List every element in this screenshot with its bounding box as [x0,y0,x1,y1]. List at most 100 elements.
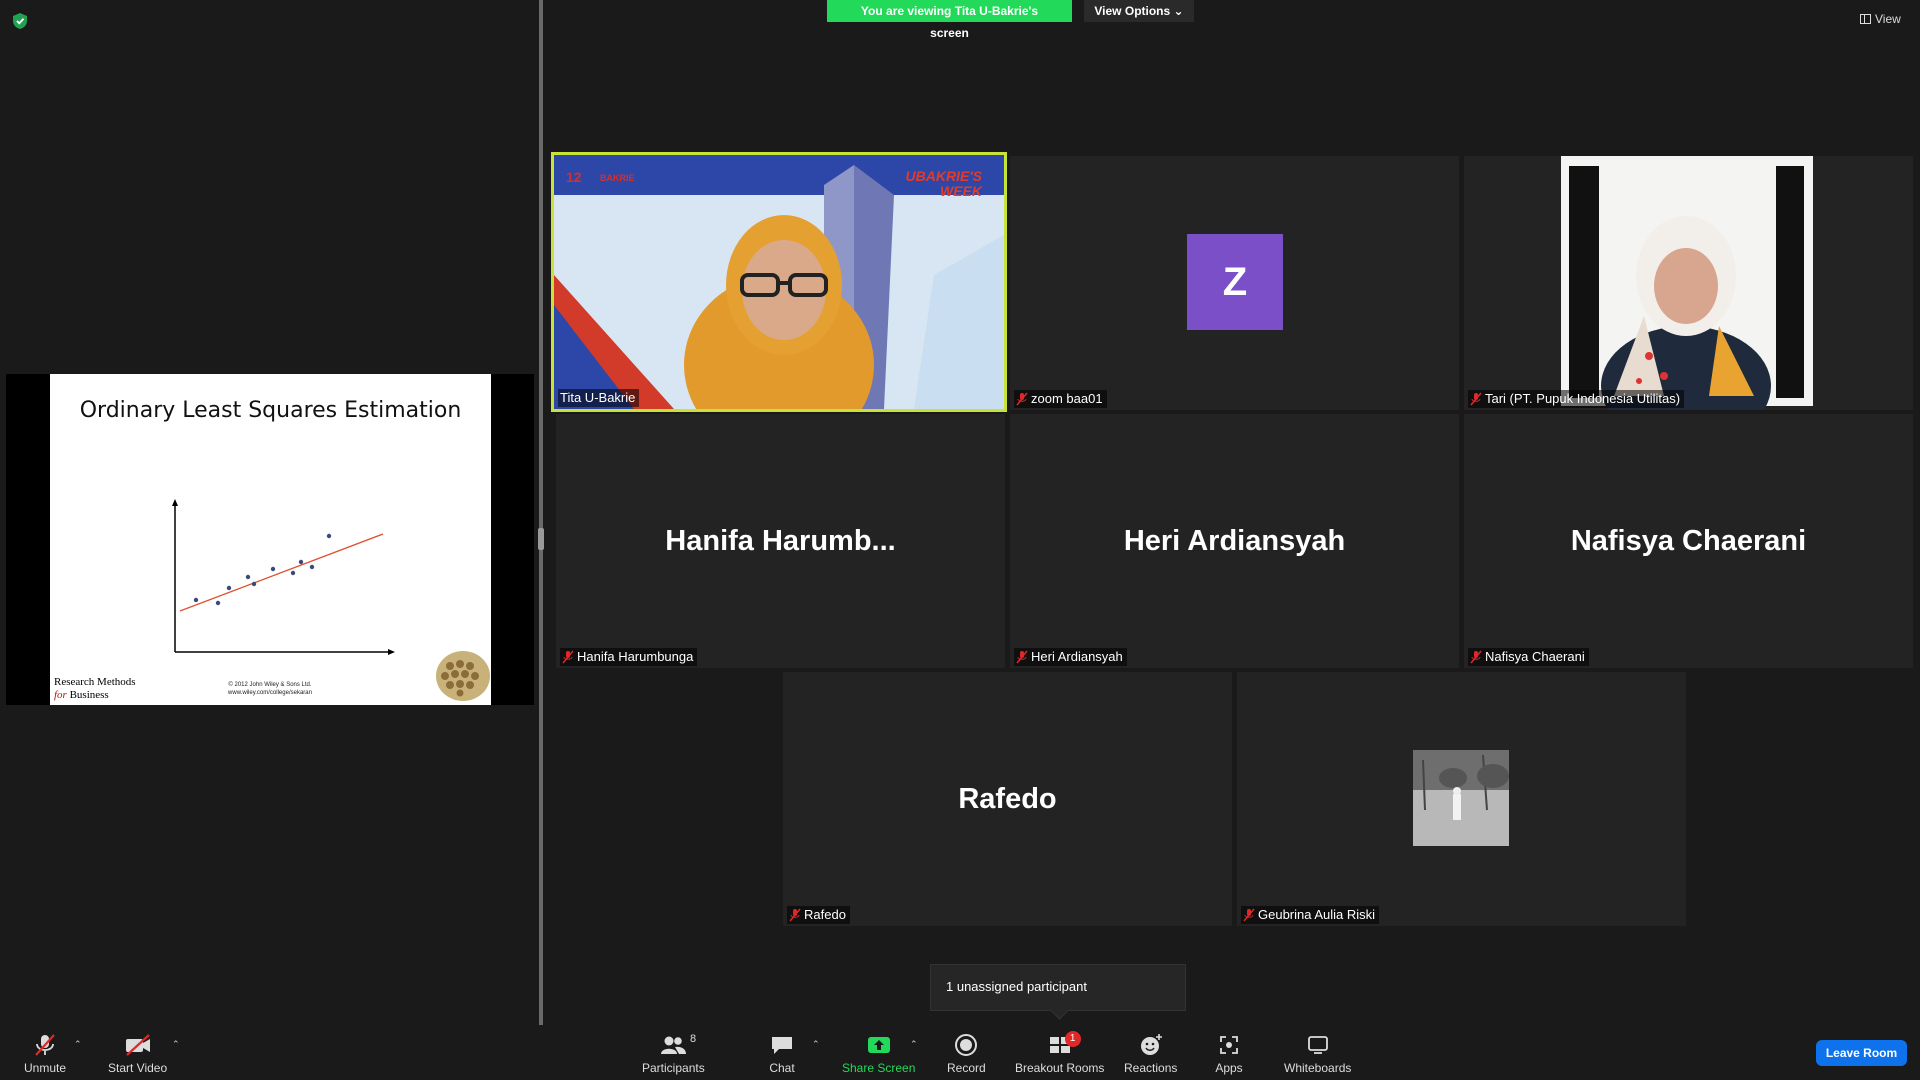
video-tile-tari[interactable]: Tari (PT. Pupuk Indonesia Utilitas) [1464,156,1913,410]
share-screen-button[interactable]: Share Screen [842,1031,915,1075]
slide-copyright: © 2012 John Wiley & Sons Ltd. [228,682,312,688]
scatter-point [245,574,251,580]
tile-big-name: Nafisya Chaerani [1570,524,1807,557]
security-shield-icon[interactable] [12,12,28,30]
tile-name-label: Hanifa Harumbunga [560,648,698,666]
video-tile-zoom-baa01[interactable]: Z zoom baa01 [1010,156,1459,410]
chat-icon [772,1037,792,1054]
tari-camera-feed [1464,156,1913,410]
scatter-point [270,566,276,572]
layout-grid-icon [1860,14,1871,24]
chat-button[interactable]: Chat [767,1031,797,1075]
tile-big-name: Heri Ardiansyah [1123,524,1346,557]
viewing-screen-banner: You are viewing Tita U-Bakrie's screen [827,0,1072,40]
tile-name-label: Nafisya Chaerani [1468,648,1589,666]
record-label: Record [947,1061,986,1075]
share-options-caret-icon[interactable]: ⌃ [910,1039,918,1050]
scatter-point [309,564,315,570]
reactions-icon [1140,1034,1162,1055]
tile-name-label: Tari (PT. Pupuk Indonesia Utilitas) [1468,390,1685,408]
tile-name-label: Rafedo [787,906,850,924]
apps-label: Apps [1215,1061,1243,1075]
scatter-point [251,581,257,587]
scatter-point [326,533,332,539]
regression-line [179,533,384,612]
view-layout-label: View [1875,12,1901,26]
breakout-rooms-button[interactable]: 1 Breakout Rooms [1015,1031,1104,1075]
camera-off-icon [125,1034,150,1056]
whiteboard-icon [1307,1036,1328,1054]
tita-logo-bakrie: BAKRIE [600,173,635,183]
start-video-label: Start Video [108,1061,168,1075]
leave-room-button[interactable]: Leave Room [1816,1040,1907,1066]
video-tile-tita[interactable]: 12 BAKRIE Kampus Merdeka UBAKRIE'S WEEK … [551,152,1007,412]
scatter-point [226,585,232,591]
tile-name-text: Nafisya Chaerani [1485,649,1585,664]
audio-options-caret-icon[interactable]: ⌃ [74,1039,82,1050]
view-layout-button[interactable]: View [1860,12,1901,26]
participants-count: 8 [690,1033,697,1045]
reactions-button[interactable]: Reactions [1124,1031,1177,1075]
wasp-nest-icon [436,651,490,701]
tita-logo-12: 12 [566,169,582,185]
unmute-button[interactable]: Unmute [24,1031,66,1075]
shared-slide: Ordinary Least Squares Estimation Resear… [50,374,491,705]
plot-y-axis-arrow [172,499,178,506]
tile-name-label: Geubrina Aulia Riski [1241,906,1380,924]
shared-screen-pane: Ordinary Least Squares Estimation Resear… [0,0,539,1025]
participants-icon [661,1036,687,1054]
tile-name-text: zoom baa01 [1031,391,1103,406]
video-tile-rafedo[interactable]: Rafedo Rafedo [783,672,1232,926]
video-options-caret-icon[interactable]: ⌃ [172,1039,180,1050]
scatter-point [215,600,221,606]
apps-button[interactable]: Apps [1214,1031,1244,1075]
scatter-point [193,597,199,603]
mic-muted-icon [1016,650,1028,664]
view-options-label: View Options [1094,4,1171,18]
scatter-point [298,559,304,565]
scatter-point [290,570,296,576]
ols-scatter-plot [172,499,490,701]
record-button[interactable]: Record [947,1031,986,1075]
tile-name-text: Tari (PT. Pupuk Indonesia Utilitas) [1485,391,1681,406]
record-icon [955,1034,978,1056]
share-screen-label: Share Screen [842,1061,916,1075]
profile-photo [1413,750,1509,846]
start-video-button[interactable]: Start Video [108,1031,167,1075]
zoom-window: Ordinary Least Squares Estimation Resear… [0,0,1920,1080]
chat-label: Chat [769,1061,795,1075]
view-options-button[interactable]: View Options ⌄ [1084,0,1194,22]
tile-name-text: Heri Ardiansyah [1031,649,1123,664]
breakout-rooms-label: Breakout Rooms [1015,1061,1105,1075]
tile-name-text: Tita U-Bakrie [560,390,636,405]
share-screen-icon [867,1037,890,1053]
slide-footer-line1: Research Methods [54,676,136,688]
mic-muted-icon [562,650,574,664]
scatter-points [193,533,332,606]
mic-muted-icon [35,1034,55,1056]
slide-footer-book: Research Methods for Business [54,676,136,702]
video-tile-geubrina[interactable]: Geubrina Aulia Riski [1237,672,1686,926]
video-tile-nafisya[interactable]: Nafisya Chaerani Nafisya Chaerani [1464,414,1913,668]
breakout-badge: 1 [1064,1031,1081,1047]
pane-divider[interactable] [539,0,543,1025]
shared-slide-frame: Ordinary Least Squares Estimation Resear… [6,374,534,705]
avatar: Z [1187,234,1283,330]
pane-divider-handle[interactable] [538,528,544,550]
whiteboards-button[interactable]: Whiteboards [1284,1031,1351,1075]
slide-url: www.wiley.com/college/sekaran [228,690,312,696]
video-tile-hanifa[interactable]: Hanifa Harumb... Hanifa Harumbunga [556,414,1005,668]
slide-footer-for: for [54,689,67,701]
mic-muted-icon [1470,650,1482,664]
whiteboards-label: Whiteboards [1284,1061,1352,1075]
tile-name-text: Rafedo [804,907,846,922]
reactions-label: Reactions [1124,1061,1178,1075]
tile-big-name: Hanifa Harumb... [665,524,896,557]
tile-name-label: zoom baa01 [1014,390,1107,408]
video-tile-heri[interactable]: Heri Ardiansyah Heri Ardiansyah [1010,414,1459,668]
tita-week-text: UBAKRIE'S WEEK [905,168,982,199]
apps-icon [1220,1036,1238,1054]
tile-name-text: Geubrina Aulia Riski [1258,907,1376,922]
chat-options-caret-icon[interactable]: ⌃ [812,1039,820,1050]
participants-label: Participants [642,1061,705,1075]
